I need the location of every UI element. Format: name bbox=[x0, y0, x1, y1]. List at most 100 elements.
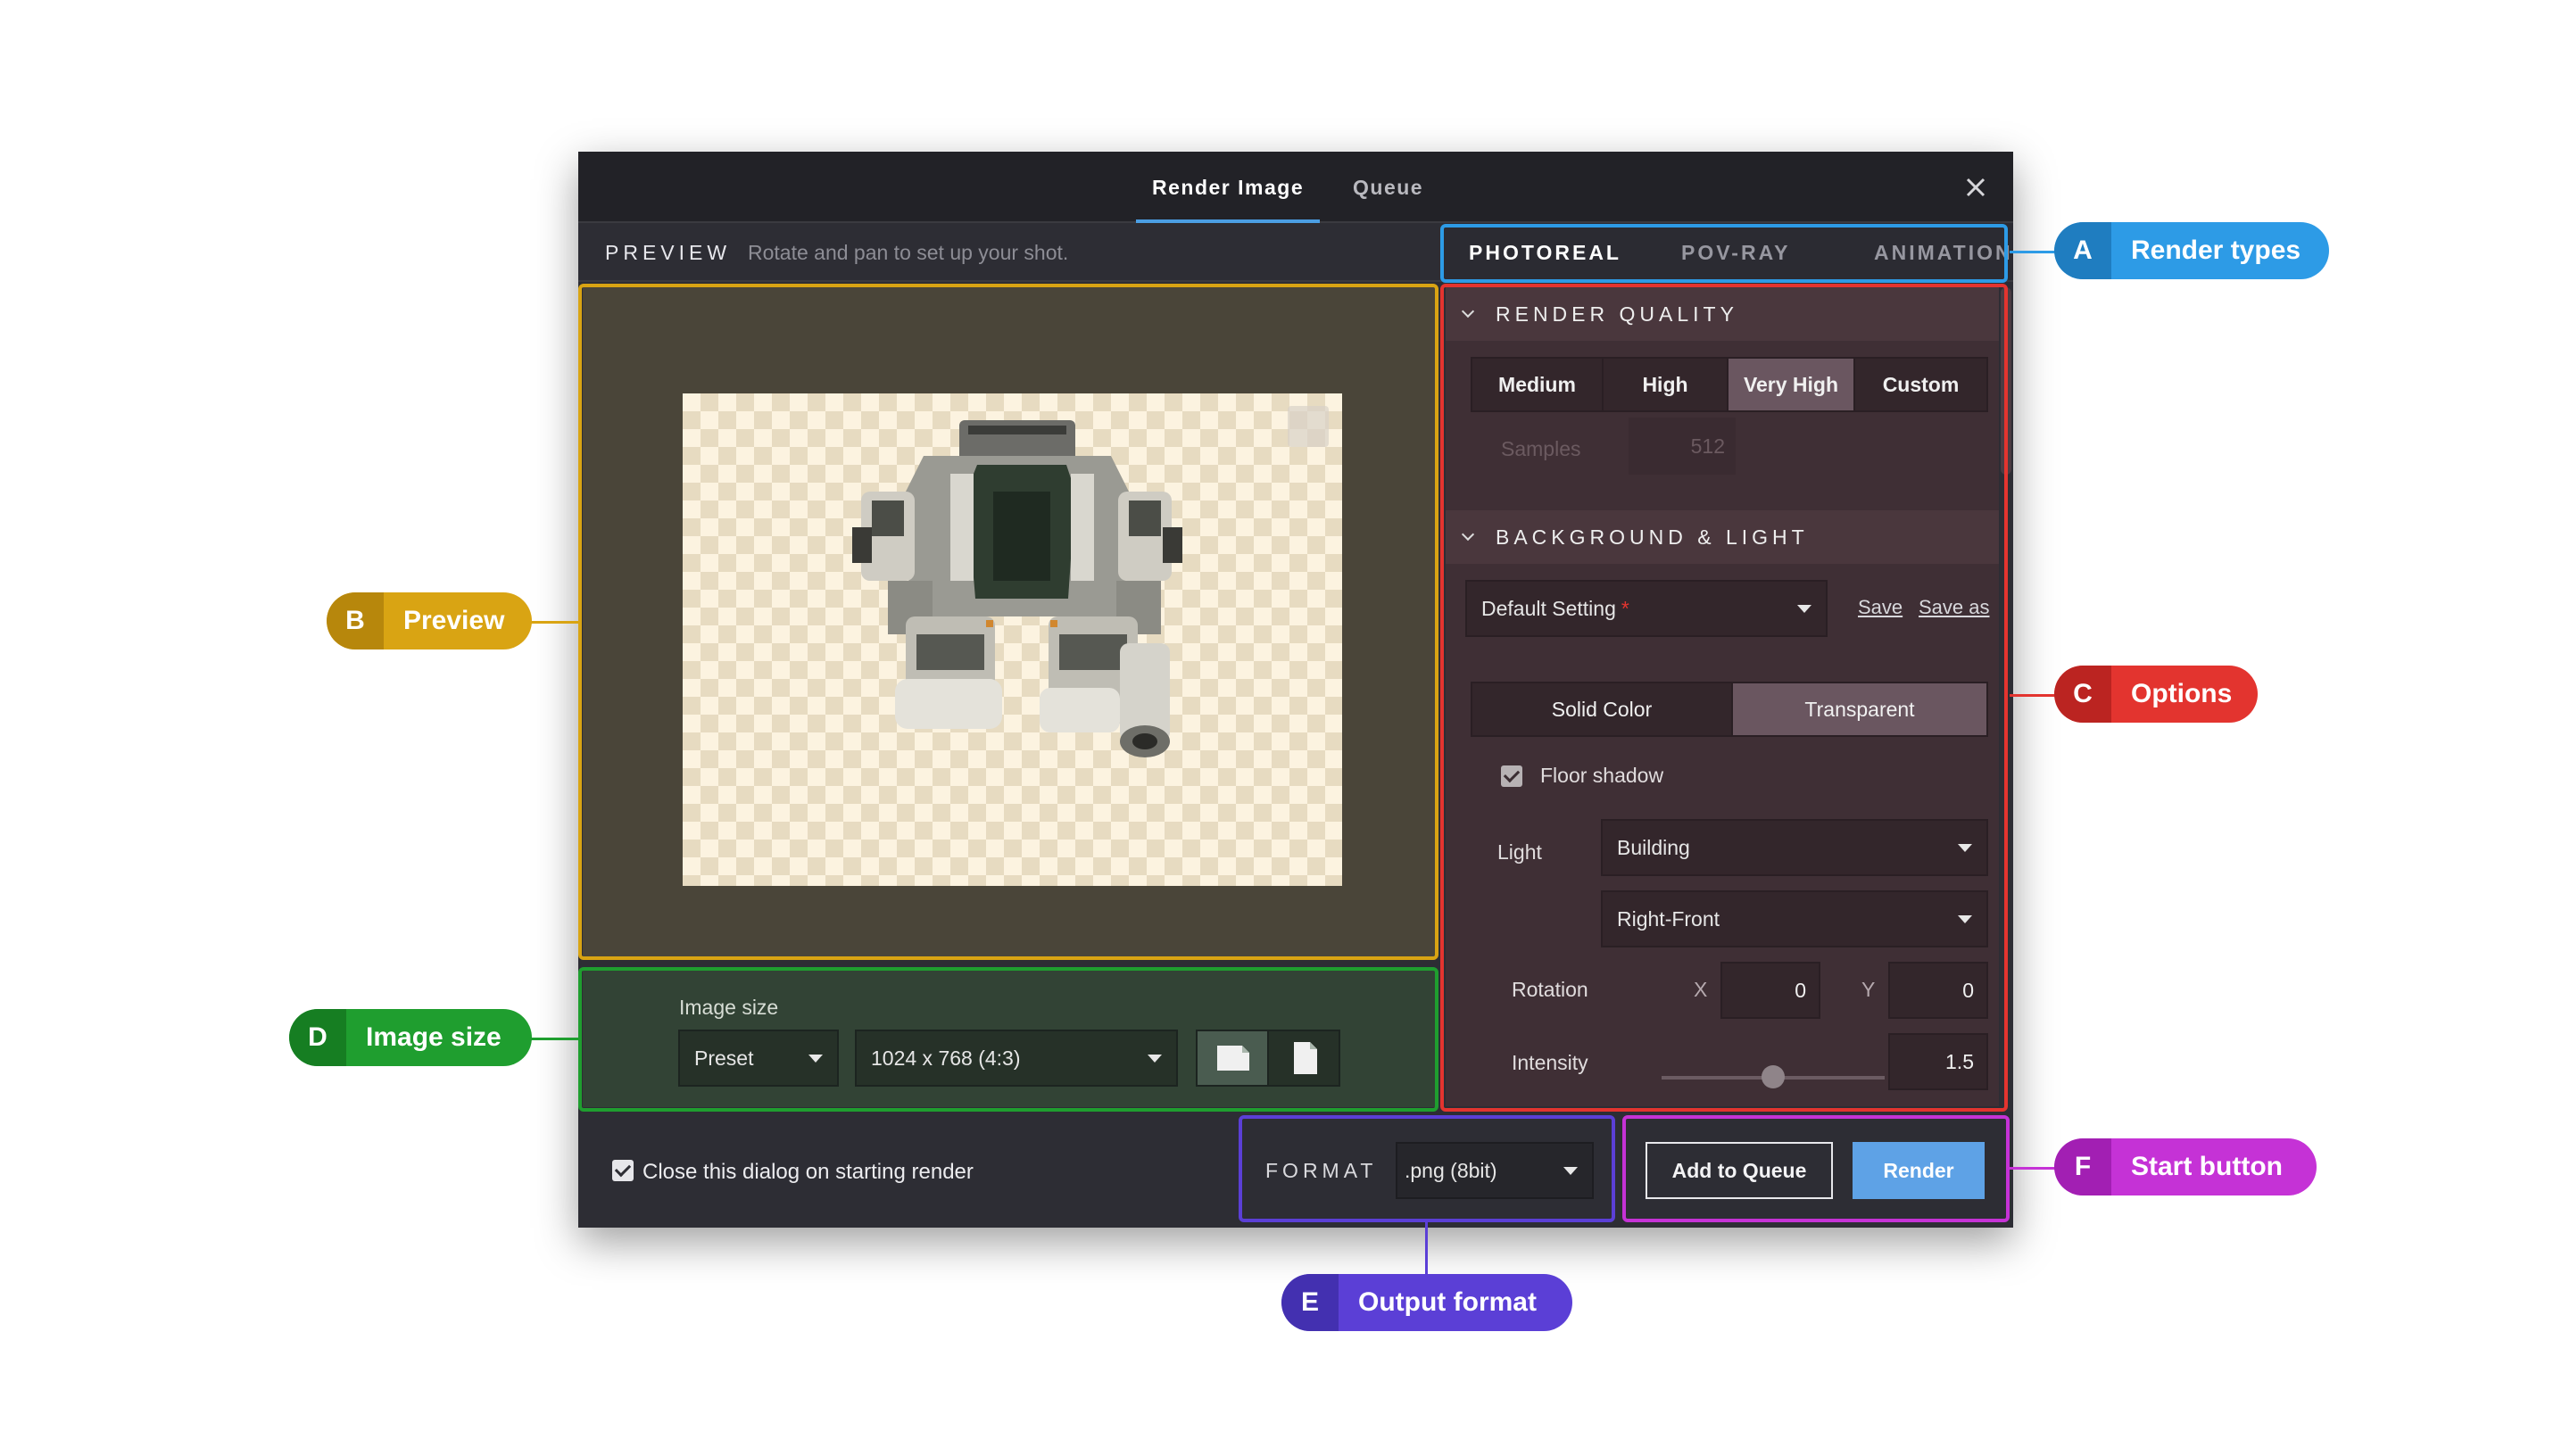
tag-letter: D bbox=[289, 1009, 346, 1066]
render-type-tabs: PHOTOREAL POV-RAY ANIMATION bbox=[1442, 223, 2013, 282]
annotation-tag-image-size: D Image size bbox=[289, 1009, 532, 1066]
light-preset-dropdown[interactable]: Default Setting * bbox=[1465, 580, 1828, 637]
floor-shadow-label: Floor shadow bbox=[1540, 764, 1664, 787]
floor-shadow-checkbox[interactable] bbox=[1501, 765, 1522, 787]
robot-model-image bbox=[852, 406, 1329, 757]
quality-very-high[interactable]: Very High bbox=[1727, 359, 1853, 410]
quality-medium[interactable]: Medium bbox=[1472, 359, 1602, 410]
annotation-tag-options: C Options bbox=[2054, 666, 2258, 723]
close-on-render-label: Close this dialog on starting render bbox=[642, 1160, 974, 1184]
tag-name: Render types bbox=[2131, 236, 2301, 265]
landscape-orientation-button[interactable] bbox=[1196, 1030, 1269, 1087]
light-direction-value: Right-Front bbox=[1617, 907, 1720, 931]
format-dropdown[interactable]: .png (8bit) bbox=[1396, 1142, 1594, 1199]
preview-header: PREVIEW Rotate and pan to set up your sh… bbox=[578, 223, 1442, 282]
intensity-label: Intensity bbox=[1512, 1051, 1588, 1074]
annotation-tag-preview: B Preview bbox=[327, 592, 532, 649]
image-size-panel: Image size Preset 1024 x 768 (4:3) bbox=[583, 971, 1435, 1107]
tag-name: Start button bbox=[2131, 1152, 2283, 1181]
quality-high[interactable]: High bbox=[1602, 359, 1727, 410]
render-type-photoreal[interactable]: PHOTOREAL bbox=[1469, 223, 1621, 282]
resolution-value: 1024 x 768 (4:3) bbox=[871, 1046, 1021, 1070]
options-panel: RENDER QUALITY Medium High Very High Cus… bbox=[1446, 287, 1999, 1106]
rotation-y-label: Y bbox=[1861, 978, 1876, 1001]
rotation-label: Rotation bbox=[1512, 978, 1588, 1001]
preview-hint: Rotate and pan to set up your shot. bbox=[748, 241, 1069, 264]
intensity-slider-handle[interactable] bbox=[1762, 1065, 1785, 1088]
samples-label: Samples bbox=[1501, 437, 1581, 460]
chevron-down-icon bbox=[1461, 527, 1475, 542]
close-on-render-checkbox[interactable] bbox=[612, 1160, 634, 1181]
unsaved-marker: * bbox=[1621, 597, 1629, 620]
render-type-animation[interactable]: ANIMATION bbox=[1874, 223, 2013, 282]
tag-letter: E bbox=[1281, 1274, 1339, 1331]
rotation-x-input[interactable]: 0 bbox=[1720, 962, 1820, 1019]
tag-name: Preview bbox=[403, 606, 505, 635]
background-type-selector: Solid Color Transparent bbox=[1471, 682, 1988, 737]
format-label: FORMAT bbox=[1265, 1159, 1378, 1182]
chevron-down-icon bbox=[808, 1055, 823, 1063]
render-dialog: Render Image Queue PREVIEW Rotate and pa… bbox=[578, 152, 2013, 1228]
tab-render-image[interactable]: Render Image bbox=[1135, 152, 1321, 223]
light-label: Light bbox=[1497, 840, 1542, 864]
render-quality-selector: Medium High Very High Custom bbox=[1471, 357, 1988, 412]
annotation-tag-output-format: E Output format bbox=[1281, 1274, 1572, 1331]
preview-viewport[interactable] bbox=[583, 287, 1435, 960]
add-to-queue-button[interactable]: Add to Queue bbox=[1646, 1142, 1833, 1199]
dialog-tab-bar: Render Image Queue bbox=[578, 152, 2013, 223]
save-link[interactable]: Save bbox=[1858, 596, 1903, 619]
chevron-down-icon bbox=[1958, 915, 1972, 923]
background-light-title: BACKGROUND & LIGHT bbox=[1496, 525, 1809, 549]
connector-b bbox=[530, 621, 580, 624]
render-quality-section-header[interactable]: RENDER QUALITY bbox=[1446, 287, 1999, 341]
samples-input: 512 bbox=[1629, 418, 1736, 475]
chevron-down-icon bbox=[1958, 844, 1972, 852]
portrait-orientation-button[interactable] bbox=[1267, 1030, 1340, 1087]
chevron-down-icon bbox=[1461, 304, 1475, 318]
portrait-page-icon bbox=[1294, 1042, 1317, 1074]
tag-letter: A bbox=[2054, 222, 2111, 279]
chevron-down-icon bbox=[1563, 1167, 1578, 1175]
intensity-input[interactable]: 1.5 bbox=[1888, 1033, 1988, 1090]
tag-letter: B bbox=[327, 592, 384, 649]
tag-name: Output format bbox=[1358, 1287, 1537, 1317]
options-scrollbar[interactable] bbox=[2001, 287, 2011, 475]
tag-name: Options bbox=[2131, 679, 2233, 708]
annotation-tag-render-types: A Render types bbox=[2054, 222, 2329, 279]
render-button[interactable]: Render bbox=[1853, 1142, 1985, 1199]
light-type-value: Building bbox=[1617, 836, 1690, 859]
connector-a bbox=[2010, 251, 2056, 253]
close-icon[interactable] bbox=[1963, 175, 1988, 200]
render-quality-title: RENDER QUALITY bbox=[1496, 302, 1738, 326]
light-direction-dropdown[interactable]: Right-Front bbox=[1601, 890, 1988, 947]
connector-d bbox=[530, 1038, 580, 1040]
quality-custom[interactable]: Custom bbox=[1853, 359, 1986, 410]
tag-letter: C bbox=[2054, 666, 2111, 723]
render-type-pov-ray[interactable]: POV-RAY bbox=[1681, 223, 1790, 282]
save-as-link[interactable]: Save as bbox=[1919, 596, 1990, 619]
light-type-dropdown[interactable]: Building bbox=[1601, 819, 1988, 876]
background-transparent[interactable]: Transparent bbox=[1731, 683, 1986, 735]
rotation-x-label: X bbox=[1694, 978, 1708, 1001]
annotation-tag-start-button: F Start button bbox=[2054, 1138, 2317, 1195]
background-light-section-header[interactable]: BACKGROUND & LIGHT bbox=[1446, 510, 1999, 564]
connector-f bbox=[2010, 1167, 2056, 1170]
image-size-label: Image size bbox=[679, 996, 779, 1019]
tab-queue[interactable]: Queue bbox=[1353, 152, 1423, 223]
chevron-down-icon bbox=[1148, 1055, 1162, 1063]
connector-e bbox=[1425, 1222, 1428, 1276]
preview-canvas[interactable] bbox=[683, 393, 1342, 886]
rotation-y-input[interactable]: 0 bbox=[1888, 962, 1988, 1019]
landscape-page-icon bbox=[1217, 1046, 1249, 1071]
connector-c bbox=[2010, 694, 2056, 697]
resolution-dropdown[interactable]: 1024 x 768 (4:3) bbox=[855, 1030, 1178, 1087]
preview-title: PREVIEW bbox=[605, 241, 732, 264]
background-solid-color[interactable]: Solid Color bbox=[1472, 683, 1731, 735]
size-preset-value: Preset bbox=[694, 1046, 754, 1070]
tag-letter: F bbox=[2054, 1138, 2111, 1195]
size-preset-dropdown[interactable]: Preset bbox=[678, 1030, 839, 1087]
tag-name: Image size bbox=[366, 1022, 502, 1052]
format-value: .png (8bit) bbox=[1405, 1159, 1497, 1182]
light-preset-value: Default Setting bbox=[1481, 597, 1616, 620]
chevron-down-icon bbox=[1797, 605, 1811, 613]
